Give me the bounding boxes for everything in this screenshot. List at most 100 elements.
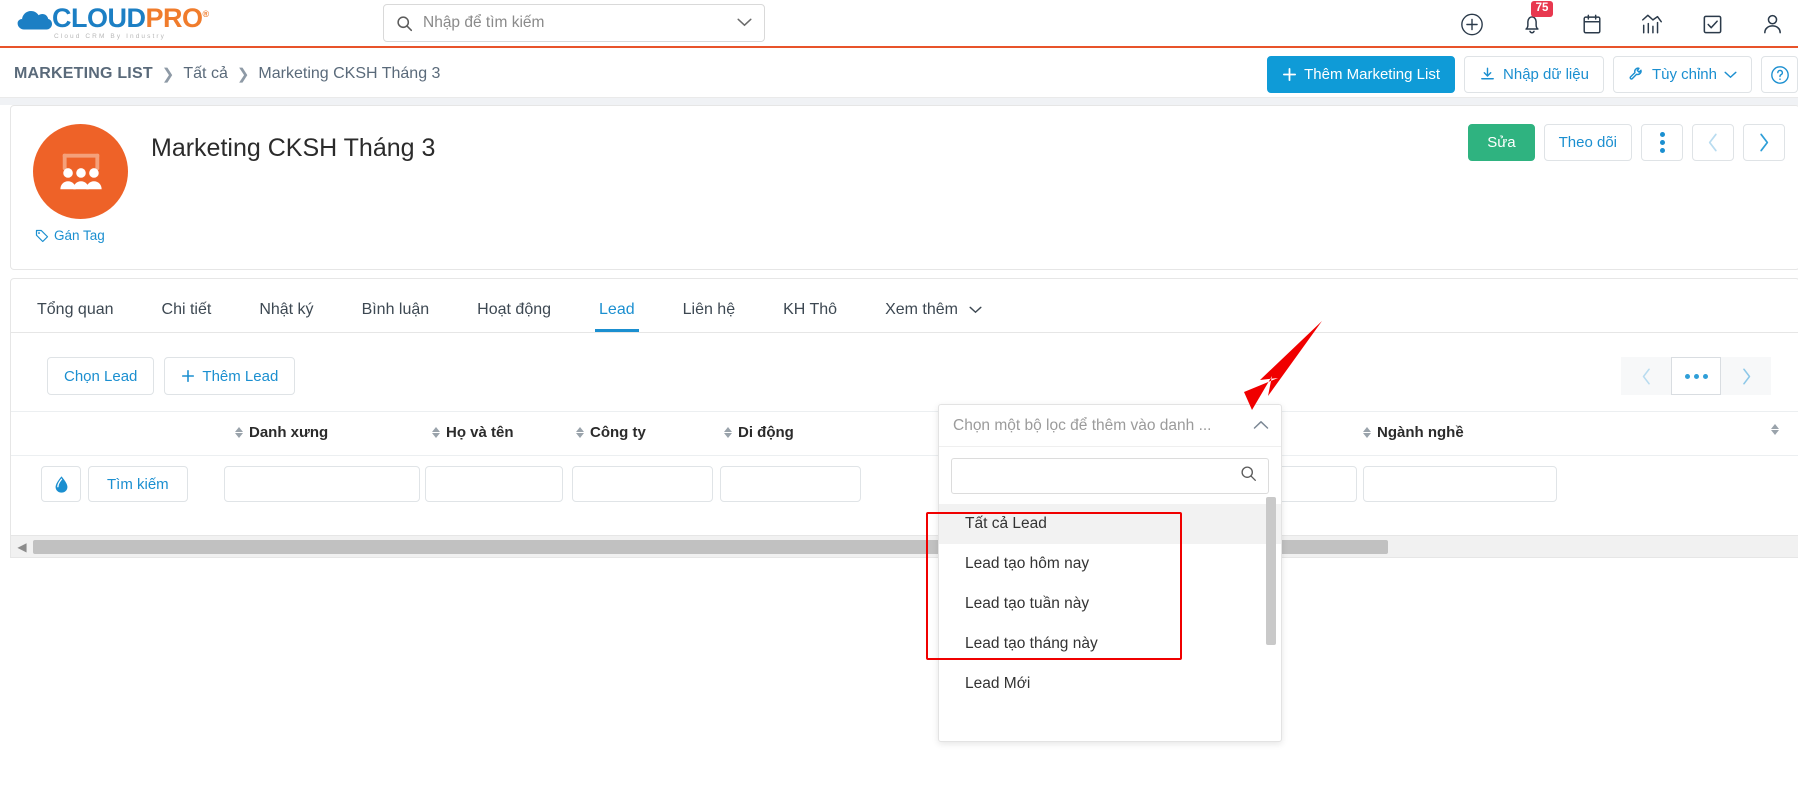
sort-icon[interactable] [1363,427,1371,438]
sort-icon[interactable] [576,427,584,438]
tab-chi-tiet[interactable]: Chi tiết [162,301,212,332]
edit-button[interactable]: Sửa [1468,124,1535,161]
chevron-up-icon[interactable] [1253,417,1269,435]
filter-option-lead-tao-hom-nay[interactable]: Lead tạo hôm nay [939,544,1281,584]
tab-label: Nhật ký [259,301,314,318]
plus-icon [182,369,195,383]
breadcrumb-item-all[interactable]: Tất cả [183,65,227,83]
add-lead-button[interactable]: Thêm Lead [164,357,296,395]
page-action-group: Thêm Marketing List Nhập dữ liệu Tùy chỉ… [1267,56,1798,93]
filter-option-label: Lead Mới [965,675,1031,692]
breadcrumb-separator-icon: ❯ [161,65,175,83]
chevron-down-icon[interactable] [737,14,752,32]
tab-hoat-dong[interactable]: Hoạt động [477,301,551,332]
follow-button-label: Theo dõi [1558,134,1617,151]
customize-button[interactable]: Tùy chỉnh [1612,56,1752,93]
column-header-di-dong[interactable]: Di động [724,424,794,441]
filter-input-di-dong[interactable] [720,466,861,502]
filter-input-nganh-nghe[interactable] [1363,466,1557,502]
breadcrumb-bar: MARKETING LIST ❯ Tất cả ❯ Marketing CKSH… [0,50,1798,98]
record-more-menu-button[interactable] [1641,124,1683,161]
import-data-button[interactable]: Nhập dữ liệu [1464,56,1604,93]
add-lead-label: Thêm Lead [202,367,279,385]
app-page: CLOUDPRO® Cloud CRM By Industry Nhập để … [0,0,1798,791]
breadcrumb-separator-icon: ❯ [236,65,250,83]
filter-dropdown-search-input[interactable] [951,458,1269,494]
logo-word-pro: PRO [145,3,204,34]
notification-bell-icon[interactable]: 75 [1520,1,1553,36]
lead-table-horizontal-scrollbar[interactable]: ◀ [11,535,1798,557]
search-submit-button[interactable]: Tìm kiếm [88,466,188,502]
filter-option-lead-tao-thang-nay[interactable]: Lead tạo tháng này [939,624,1281,664]
plus-icon [1283,67,1297,82]
filter-option-lead-tao-tuan-nay[interactable]: Lead tạo tuần này [939,584,1281,624]
record-summary-card: Marketing CKSH Tháng 3 Gán Tag Sửa Theo … [10,105,1798,270]
breadcrumb-root[interactable]: MARKETING LIST [14,65,153,83]
sort-icon[interactable] [235,427,243,438]
add-marketing-list-button[interactable]: Thêm Marketing List [1267,56,1456,93]
assign-tag-link[interactable]: Gán Tag [35,228,105,243]
lead-filter-row: Tìm kiếm [11,455,1798,511]
column-header-nganh-nghe[interactable]: Ngành nghề [1363,424,1464,441]
filter-option-lead-moi[interactable]: Lead Mới [939,664,1281,704]
choose-lead-label: Chọn Lead [64,367,138,385]
lead-next-page-button[interactable] [1721,357,1771,395]
tab-lien-he[interactable]: Liên hệ [683,301,736,332]
tab-xem-them[interactable]: Xem thêm [885,301,982,332]
section-divider [0,98,1798,105]
eraser-icon [55,475,67,493]
column-header-cong-ty[interactable]: Công ty [576,424,646,441]
lead-more-pages-button[interactable] [1671,357,1721,395]
column-header-ho-va-ten[interactable]: Họ và tên [432,424,514,441]
app-logo[interactable]: CLOUDPRO® Cloud CRM By Industry [14,5,214,41]
lead-table-header: Danh xưng Họ và tên Công ty Di động Tình… [11,411,1798,455]
logo-word-cloud: CLOUD [52,3,146,34]
help-circle-icon [1770,65,1789,84]
sort-icon[interactable] [724,427,732,438]
column-header-extra[interactable] [1771,424,1779,435]
global-search-box[interactable]: Nhập để tìm kiếm [383,4,765,42]
help-button[interactable] [1761,56,1798,93]
tab-tong-quan[interactable]: Tổng quan [37,301,114,332]
tab-nhat-ky[interactable]: Nhật ký [259,301,313,332]
logo-tagline: Cloud CRM By Industry [54,33,167,41]
filter-input-danh-xung[interactable] [224,466,420,502]
task-checkbox-icon[interactable] [1700,12,1724,36]
tab-label: KH Thô [783,301,838,318]
lead-prev-page-button[interactable] [1621,357,1671,395]
assign-tag-label: Gán Tag [54,228,105,243]
filter-input-ho-va-ten[interactable] [425,466,563,502]
tab-lead[interactable]: Lead [595,301,639,332]
tab-label: Liên hệ [682,301,736,318]
scroll-left-arrow-icon[interactable]: ◀ [11,540,33,554]
filter-input-cong-ty[interactable] [572,466,713,502]
filter-dropdown-toggle[interactable]: Chọn một bộ lọc để thêm vào danh ... [939,405,1281,447]
avatar [33,124,128,219]
clear-filters-button[interactable] [41,466,81,502]
analytics-chart-icon[interactable] [1640,12,1664,36]
lead-list-panel: Chọn Lead Thêm Lead Danh xưng Họ và tên … [10,333,1798,558]
chevron-left-icon [1642,368,1650,384]
import-data-label: Nhập dữ liệu [1503,66,1589,83]
chevron-left-icon [1708,133,1717,152]
next-record-button[interactable] [1743,124,1785,161]
choose-lead-button[interactable]: Chọn Lead [47,357,155,395]
column-header-label: Công ty [590,424,646,441]
follow-button[interactable]: Theo dõi [1543,124,1632,161]
tab-label: Chi tiết [161,301,212,318]
filter-dropdown-scrollbar[interactable] [1266,497,1276,645]
page-title: Marketing CKSH Tháng 3 [151,134,436,162]
tab-kh-tho[interactable]: KH Thô [783,301,837,332]
tab-binh-luan[interactable]: Bình luận [362,301,430,332]
sort-icon[interactable] [1771,424,1779,435]
add-circle-icon[interactable] [1460,12,1484,36]
customize-label: Tùy chỉnh [1651,66,1717,83]
chevron-down-icon [1724,71,1737,78]
user-account-icon[interactable] [1760,12,1784,36]
calendar-icon[interactable] [1580,12,1604,36]
sort-icon[interactable] [432,427,440,438]
previous-record-button[interactable] [1692,124,1734,161]
column-header-danh-xung[interactable]: Danh xưng [235,424,328,441]
search-icon [1240,465,1257,487]
filter-option-tat-ca-lead[interactable]: Tất cả Lead [939,504,1281,544]
